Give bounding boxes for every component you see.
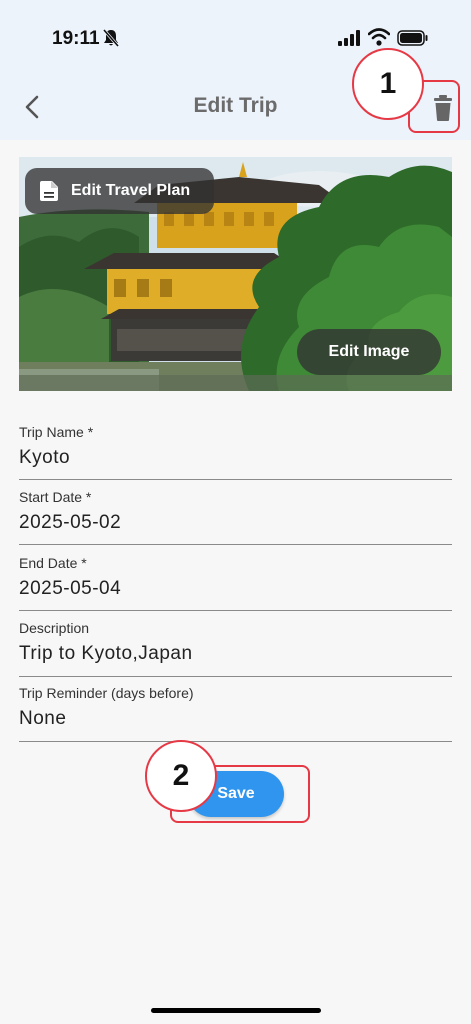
edit-image-button[interactable]: Edit Image	[297, 329, 441, 375]
trip-cover-image: Edit Travel Plan Edit Image	[19, 157, 452, 391]
divider	[19, 479, 452, 480]
document-icon	[40, 181, 58, 201]
signal-icon	[338, 30, 360, 46]
trip-name-field[interactable]: Trip Name * Kyoto	[19, 424, 452, 480]
annotation-marker-2: 2	[145, 740, 217, 812]
annotation-marker-1: 1	[352, 48, 424, 120]
end-date-field[interactable]: End Date * 2025-05-04	[19, 555, 452, 611]
divider	[19, 741, 452, 742]
divider	[19, 676, 452, 677]
trip-name-label: Trip Name *	[19, 424, 94, 440]
divider	[19, 544, 452, 545]
start-date-label: Start Date *	[19, 489, 92, 505]
description-field[interactable]: Description Trip to Kyoto,Japan	[19, 620, 452, 677]
bell-off-icon	[102, 29, 120, 47]
wifi-icon	[368, 28, 390, 46]
description-input[interactable]: Trip to Kyoto,Japan	[19, 643, 452, 665]
trip-name-input[interactable]: Kyoto	[19, 447, 452, 469]
start-date-input[interactable]: 2025-05-02	[19, 512, 452, 534]
trip-reminder-select[interactable]: None	[19, 708, 452, 730]
edit-travel-plan-label: Edit Travel Plan	[71, 182, 191, 199]
status-time: 19:11	[52, 28, 100, 49]
trip-reminder-label: Trip Reminder (days before)	[19, 685, 194, 701]
home-indicator[interactable]	[151, 1008, 321, 1013]
description-label: Description	[19, 620, 90, 636]
edit-travel-plan-button[interactable]: Edit Travel Plan	[25, 168, 214, 214]
edit-image-label: Edit Image	[328, 343, 410, 360]
start-date-field[interactable]: Start Date * 2025-05-02	[19, 489, 452, 545]
divider	[19, 610, 452, 611]
end-date-input[interactable]: 2025-05-04	[19, 578, 452, 600]
end-date-label: End Date *	[19, 555, 87, 571]
battery-icon	[397, 30, 428, 46]
trip-reminder-field[interactable]: Trip Reminder (days before) None	[19, 685, 452, 742]
